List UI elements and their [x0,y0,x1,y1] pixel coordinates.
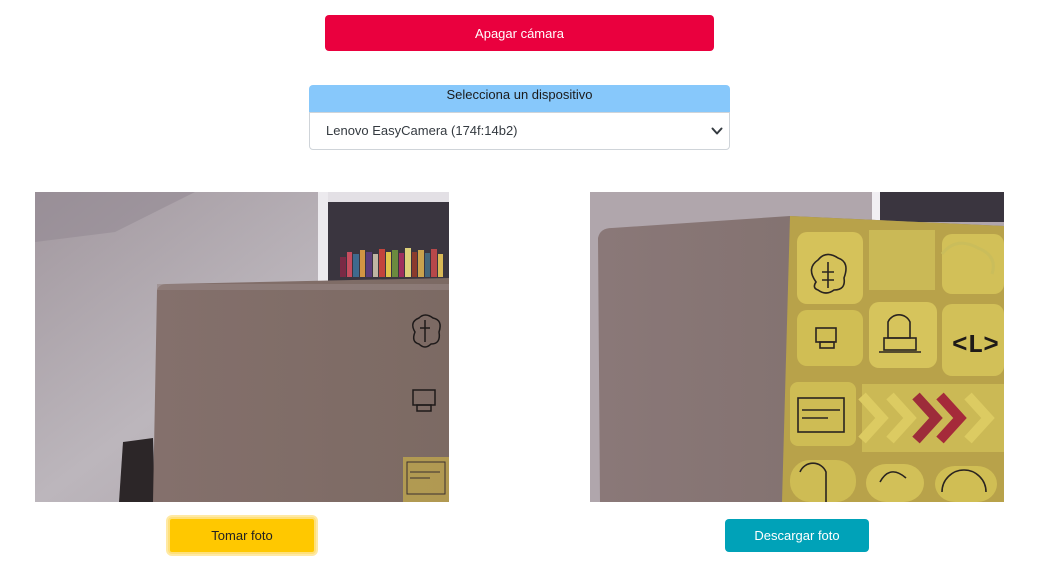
live-camera-view [35,192,449,502]
captured-photo: <L> [590,192,1004,502]
selected-device-value: Lenovo EasyCamera (174f:14b2) [326,123,518,138]
webcam-app: Apagar cámara Selecciona un dispositivo … [0,0,1040,584]
device-selector-panel: Selecciona un dispositivo Lenovo EasyCam… [309,85,730,150]
svg-text:<L>: <L> [952,330,999,360]
turn-off-camera-button[interactable]: Apagar cámara [325,15,714,51]
take-photo-button[interactable]: Tomar foto [168,517,316,554]
device-select[interactable]: Lenovo EasyCamera (174f:14b2) [309,112,730,150]
chevron-down-icon [711,127,723,135]
download-photo-button[interactable]: Descargar foto [725,519,869,552]
device-selector-title: Selecciona un dispositivo [309,85,730,113]
